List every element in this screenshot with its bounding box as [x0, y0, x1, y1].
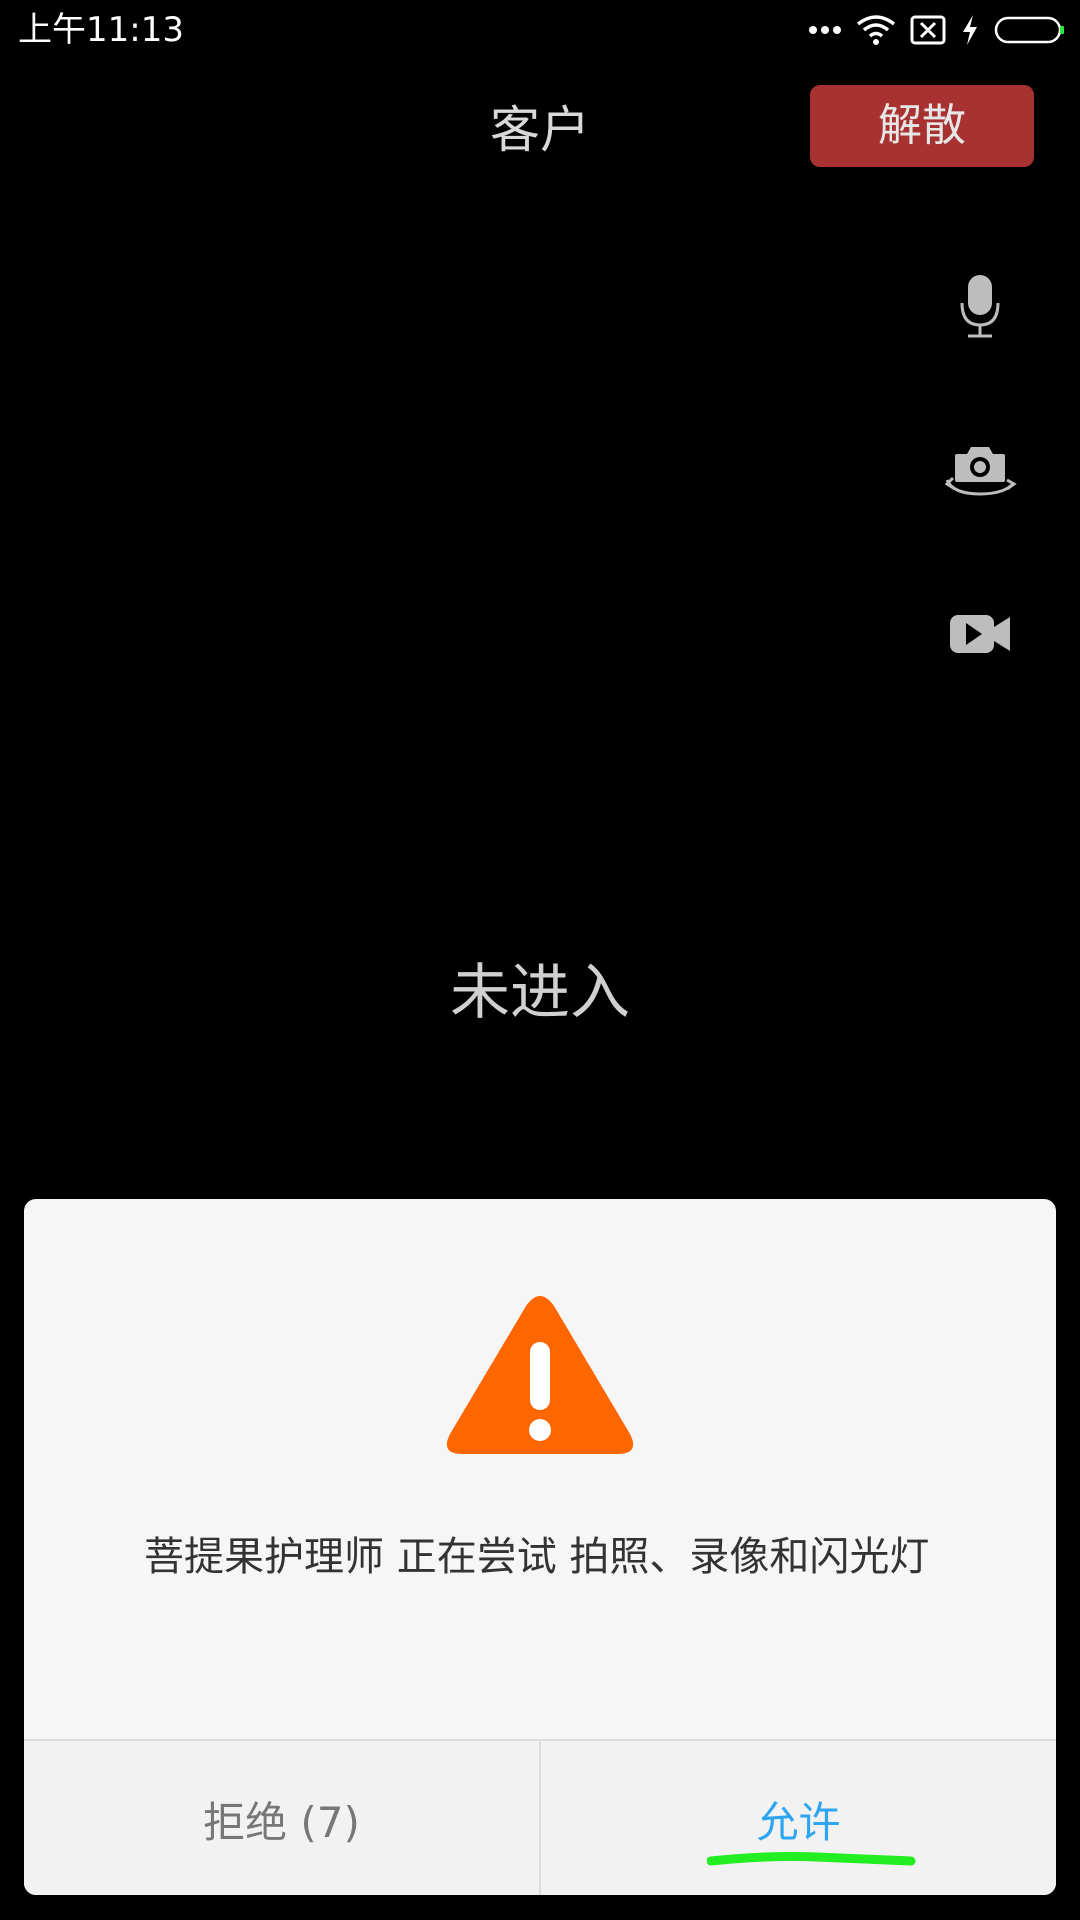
- screen: 上午11:13 客户 解散 未进入 菩提果护理师 正在尝试 拍照、录像和闪光灯 …: [0, 0, 1080, 1920]
- charging-icon: [960, 14, 980, 46]
- more-icon: [808, 24, 842, 36]
- switch-camera-icon: [943, 440, 1017, 504]
- allow-label: 允许: [756, 1797, 841, 1847]
- allow-button[interactable]: 允许: [541, 1741, 1056, 1895]
- microphone-icon: [958, 273, 1002, 343]
- status-bar: 上午11:13: [0, 0, 1080, 60]
- sim-off-icon: [910, 15, 946, 45]
- dialog-buttons: 拒绝 (7) 允许: [24, 1739, 1056, 1895]
- battery-icon: [994, 15, 1066, 45]
- permission-dialog: 菩提果护理师 正在尝试 拍照、录像和闪光灯 拒绝 (7) 允许: [24, 1199, 1056, 1895]
- warning-icon: [442, 1294, 638, 1460]
- video-camera-icon: [948, 611, 1012, 661]
- status-icons: [808, 12, 1066, 48]
- highlight-underline: [707, 1852, 916, 1866]
- status-time: 上午11:13: [18, 10, 184, 50]
- deny-label: 拒绝 (7): [203, 1797, 360, 1847]
- deny-button[interactable]: 拒绝 (7): [24, 1741, 541, 1895]
- wifi-icon: [856, 14, 896, 46]
- not-entered-status: 未进入: [450, 958, 630, 1028]
- switch-camera-button[interactable]: [940, 432, 1020, 512]
- video-camera-button[interactable]: [940, 596, 1020, 676]
- dismiss-button[interactable]: 解散: [810, 85, 1034, 167]
- microphone-button[interactable]: [940, 268, 1020, 348]
- dialog-message: 菩提果护理师 正在尝试 拍照、录像和闪光灯: [144, 1534, 930, 1580]
